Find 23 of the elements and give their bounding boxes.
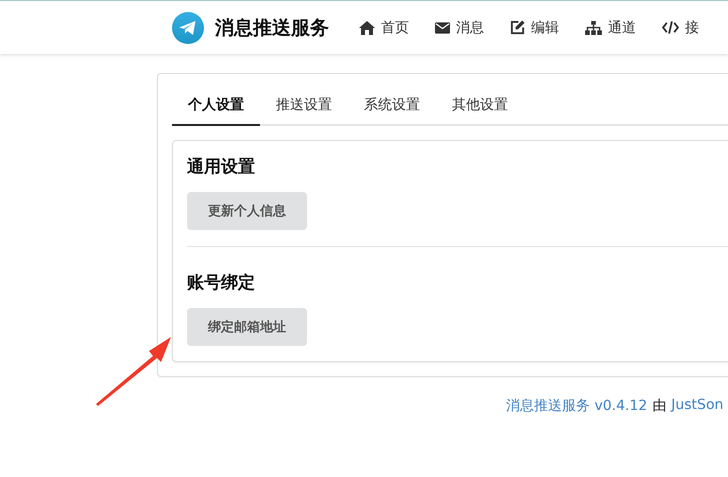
nav-link[interactable]: 首页 (359, 18, 409, 36)
action-button[interactable]: 更新个人信息 (187, 192, 307, 230)
author-link[interactable]: JustSon (671, 397, 724, 415)
action-button[interactable]: 绑定邮箱地址 (187, 308, 307, 346)
nav-link[interactable]: 接 (662, 18, 699, 36)
settings-tab[interactable]: 系统设置 (348, 88, 436, 126)
envelope-icon (435, 22, 450, 34)
code-icon (662, 21, 679, 34)
by-text: 由 (652, 397, 666, 415)
settings-tab[interactable]: 个人设置 (172, 88, 260, 126)
home-icon (359, 20, 375, 34)
paper-plane-logo-icon (172, 12, 204, 44)
nav-link[interactable]: 消息 (435, 18, 484, 36)
app-title: 消息推送服务 (215, 16, 329, 40)
app-link[interactable]: 消息推送服务 v0.4.12 (506, 397, 648, 415)
settings-tab[interactable]: 其他设置 (436, 88, 524, 126)
section-heading: 账号绑定 (187, 272, 256, 294)
edit-icon (510, 20, 525, 35)
sitemap-icon (585, 20, 602, 34)
settings-tab[interactable]: 推送设置 (260, 88, 348, 126)
nav-link[interactable]: 编辑 (510, 18, 559, 36)
section-heading: 通用设置 (187, 156, 256, 178)
nav-link[interactable]: 通道 (585, 18, 636, 36)
